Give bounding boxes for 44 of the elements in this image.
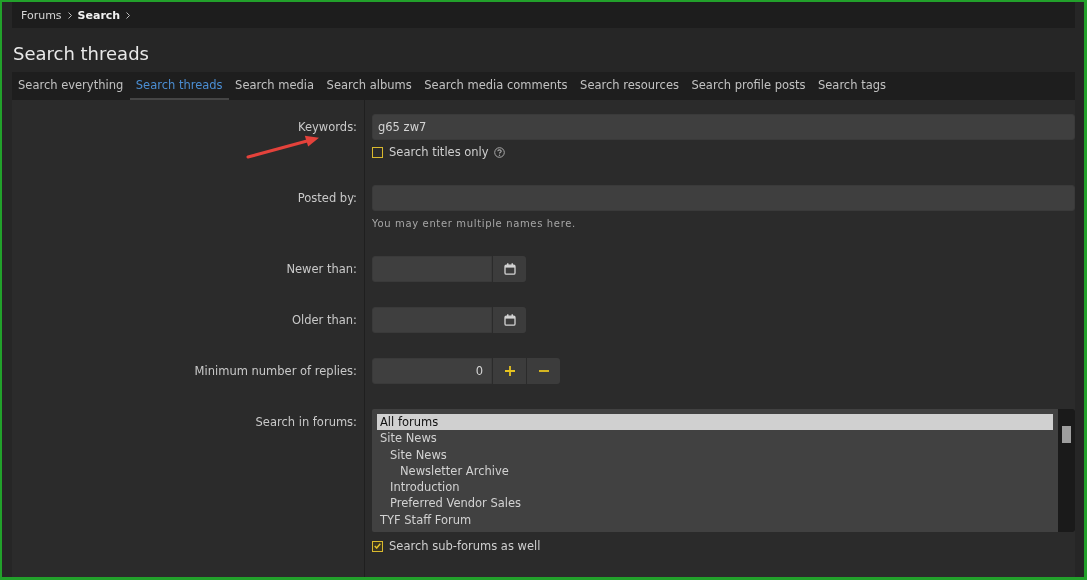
listbox-option[interactable]: Site News bbox=[377, 430, 1053, 447]
listbox-option[interactable]: Newsletter Archive bbox=[377, 462, 1053, 480]
field-label: Newer than: bbox=[286, 262, 357, 276]
decrement-button[interactable] bbox=[526, 358, 560, 384]
calendar-button[interactable] bbox=[492, 256, 526, 282]
field-label: Search in forums: bbox=[255, 415, 357, 429]
tab[interactable]: Search albums bbox=[320, 72, 419, 100]
listbox-option[interactable]: TYF Staff Forum bbox=[377, 511, 1053, 529]
checkbox-label[interactable]: Search sub-forums as well bbox=[389, 539, 541, 553]
listbox-option[interactable]: All forums bbox=[377, 414, 1053, 431]
checkbox[interactable] bbox=[372, 540, 383, 552]
calendar-icon bbox=[503, 314, 516, 326]
plus-icon bbox=[504, 366, 515, 376]
tab[interactable]: Search media bbox=[229, 72, 321, 100]
help-icon[interactable] bbox=[493, 146, 505, 158]
field-hint: You may enter multiple names here. bbox=[372, 218, 576, 229]
number-field[interactable]: 0 bbox=[372, 358, 492, 384]
tab[interactable]: Search everything bbox=[12, 72, 130, 100]
listbox-option[interactable]: Preferred Vendor Sales bbox=[377, 495, 1053, 512]
breadcrumb-link[interactable]: Forums bbox=[21, 8, 62, 22]
minus-icon bbox=[538, 370, 549, 372]
scrollbar-thumb[interactable] bbox=[1062, 426, 1071, 443]
text-field[interactable] bbox=[372, 185, 1075, 211]
page-title: Search threads bbox=[13, 42, 149, 66]
chevron-right-icon bbox=[126, 11, 131, 19]
field-label: Keywords: bbox=[298, 120, 357, 134]
increment-button[interactable] bbox=[492, 358, 526, 384]
forum-listbox[interactable]: All forums Site News Site News Newsletter Archive Introduction Preferred Vendor Sales TYF Staff Forum bbox=[372, 409, 1075, 532]
tab[interactable]: Search tags bbox=[811, 72, 893, 100]
field-label: Minimum number of replies: bbox=[194, 364, 357, 378]
field-label: Posted by: bbox=[297, 191, 357, 205]
listbox-option[interactable]: Site News bbox=[377, 446, 1053, 463]
breadcrumb-link[interactable]: Search bbox=[77, 8, 121, 22]
listbox-option[interactable]: Introduction bbox=[377, 479, 1053, 496]
checkbox[interactable] bbox=[372, 146, 383, 158]
field-label: Older than: bbox=[292, 313, 357, 327]
tab[interactable]: Search profile posts bbox=[685, 72, 812, 100]
calendar-button[interactable] bbox=[492, 307, 526, 333]
tab[interactable]: Search media comments bbox=[418, 72, 575, 100]
calendar-icon bbox=[503, 263, 516, 275]
tab[interactable]: Search resources bbox=[574, 72, 686, 100]
chevron-right-icon bbox=[67, 11, 72, 19]
text-field[interactable]: g65 zw7 bbox=[372, 114, 1075, 140]
checkbox-label[interactable]: Search titles only bbox=[389, 145, 489, 159]
